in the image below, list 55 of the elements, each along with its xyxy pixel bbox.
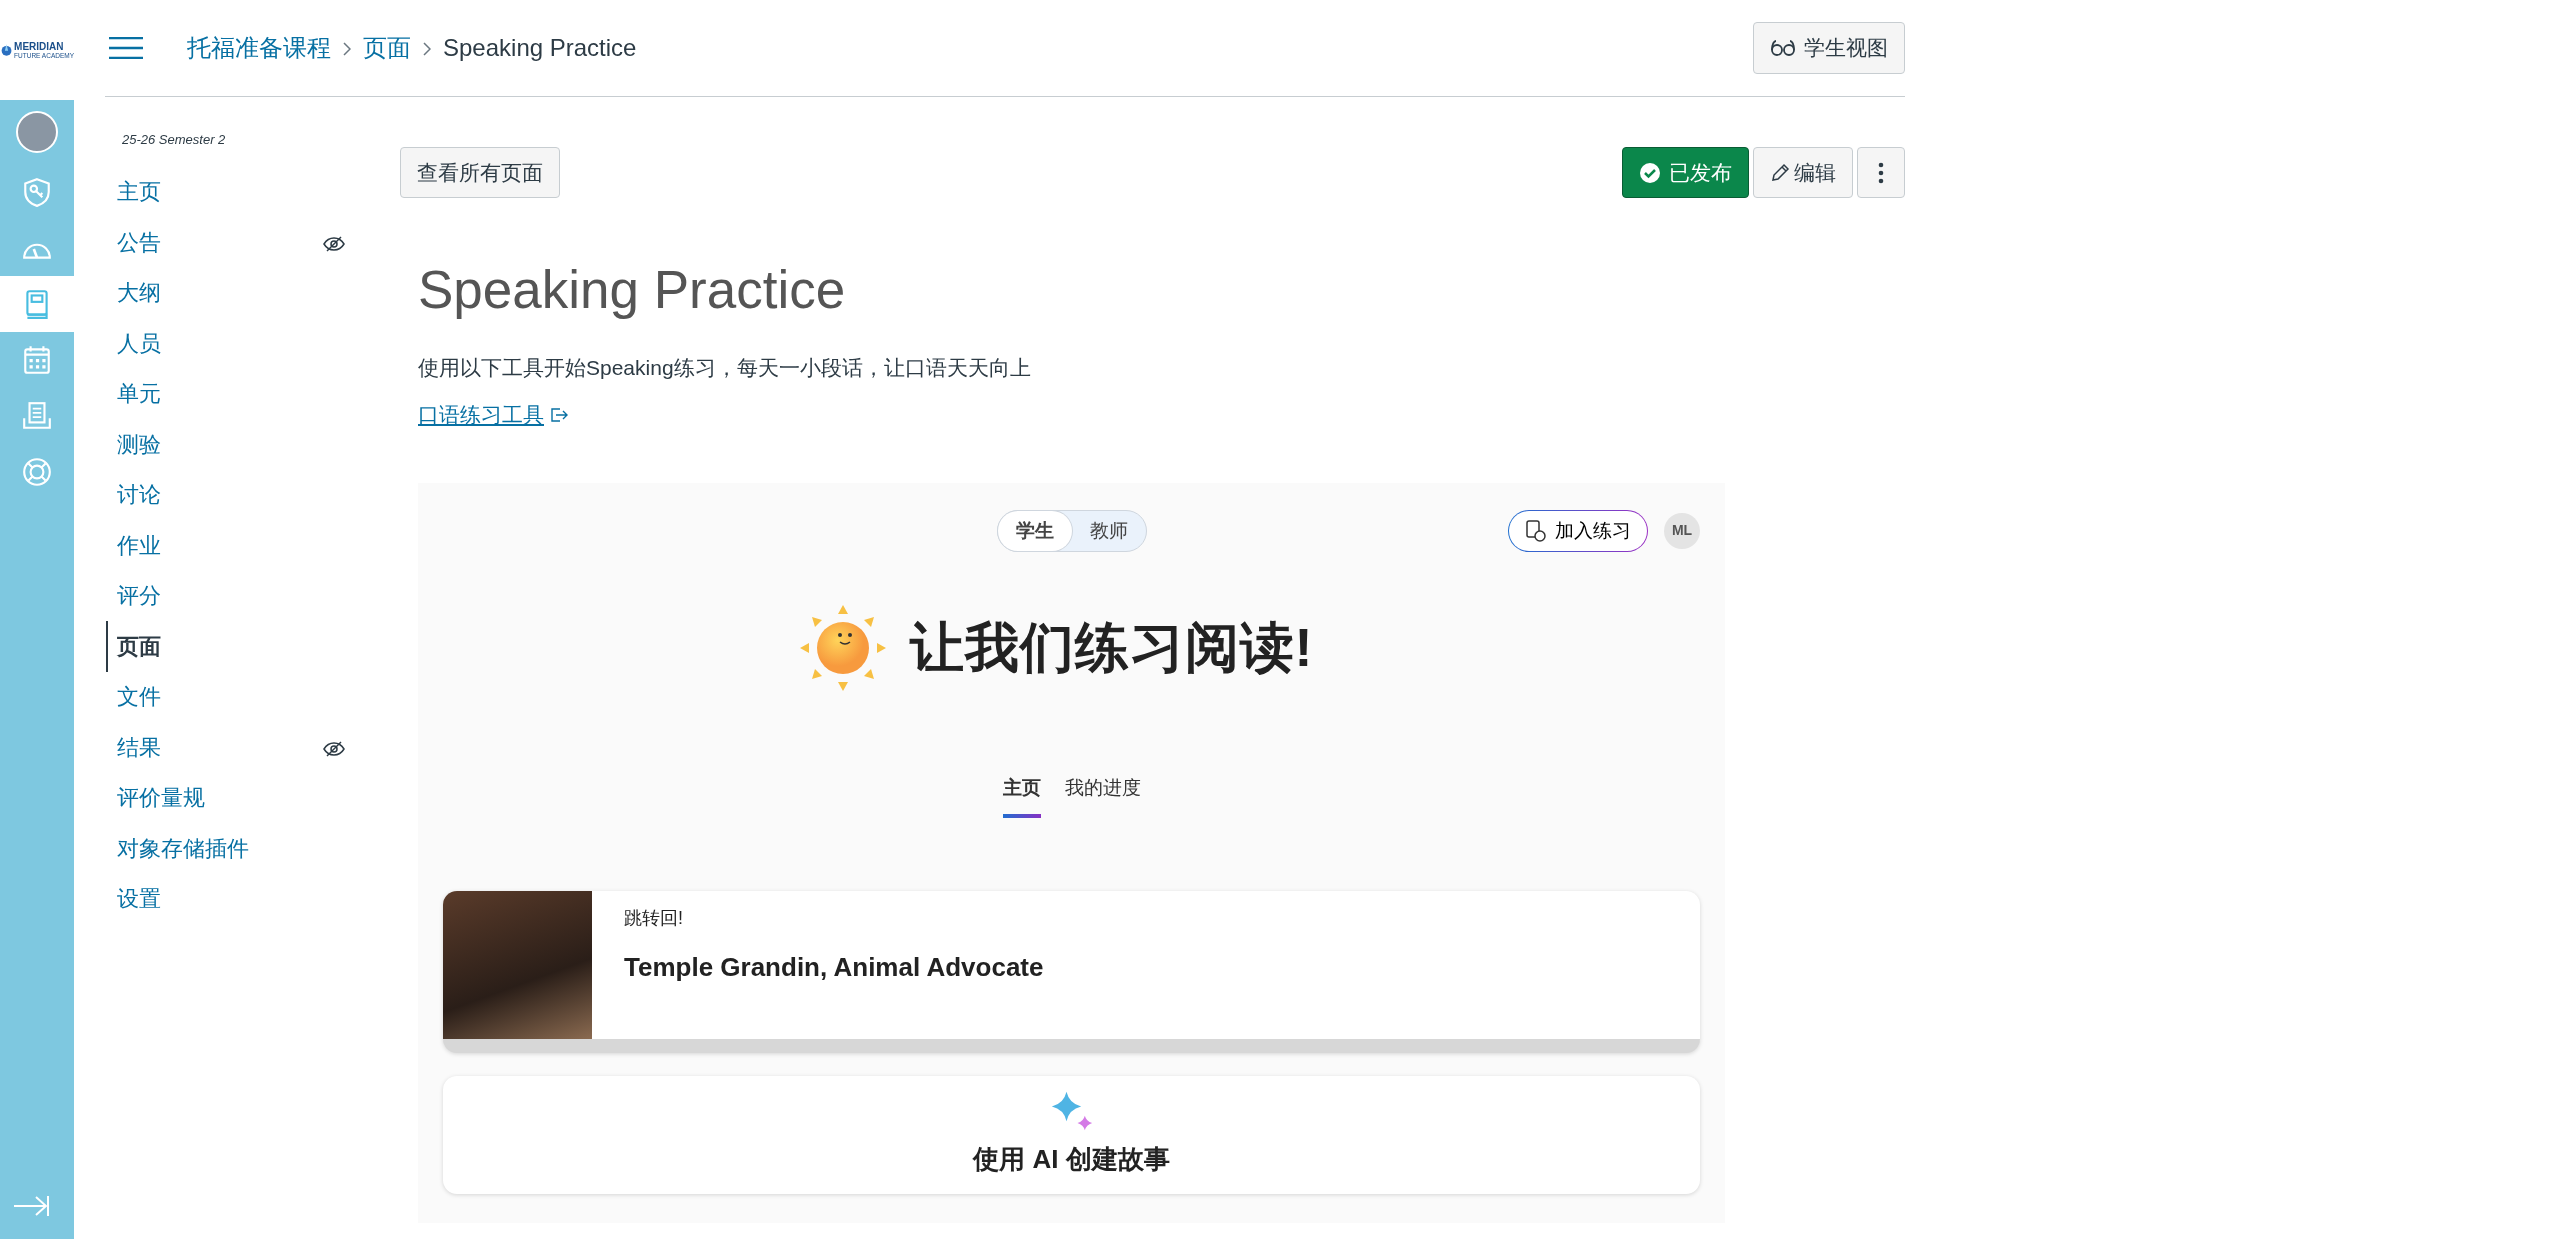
published-button[interactable]: 已发布	[1622, 147, 1749, 199]
app-heading: 让我们练习阅读!	[909, 616, 1314, 680]
app-tab[interactable]: 我的进度	[1064, 773, 1141, 818]
course-nav-link[interactable]: 评分	[106, 570, 400, 621]
course-nav-link[interactable]: 公告	[106, 217, 400, 268]
breadcrumb-link[interactable]: 页面	[363, 30, 411, 66]
course-nav-link[interactable]: 对象存储插件	[106, 823, 400, 874]
speaking-tool-link[interactable]: 口语练习工具	[418, 399, 568, 431]
page-title: Speaking Practice	[418, 259, 847, 322]
create-story-title: 使用 AI 创建故事	[971, 1143, 1171, 1176]
course-nav-link[interactable]: 单元	[106, 368, 400, 419]
course-nav-link[interactable]: 测验	[106, 419, 400, 470]
app-tab[interactable]: 主页	[1002, 773, 1041, 818]
course-nav-link[interactable]: 作业	[106, 520, 400, 571]
course-nav-link[interactable]: 评价量规	[106, 772, 400, 823]
view-all-pages-button[interactable]: 查看所有页面	[400, 147, 560, 199]
user-initials-avatar: ML	[1664, 513, 1700, 549]
hidden-eye-icon	[323, 235, 345, 252]
external-link-icon	[550, 408, 568, 423]
book-icon[interactable]	[0, 276, 74, 332]
chevron-icon	[343, 41, 351, 56]
pencil-icon	[1770, 162, 1790, 183]
course-nav-link[interactable]: 主页	[106, 166, 400, 217]
vertical-dots-icon	[1878, 160, 1884, 185]
collapse-arrow-icon[interactable]	[14, 1194, 50, 1217]
check-circle-icon	[1639, 161, 1661, 184]
role-toggle-option[interactable]: 教师	[1071, 511, 1146, 551]
globe-logo-icon	[0, 42, 14, 58]
resume-story-card[interactable]: 跳转回! Temple Grandin, Animal Advocate	[443, 891, 1700, 1053]
logo-text: MERIDIAN	[14, 40, 65, 52]
join-practice-button[interactable]: 加入练习	[1508, 510, 1648, 552]
course-nav-link[interactable]: 结果	[106, 722, 400, 773]
role-toggle-option[interactable]: 学生	[997, 511, 1072, 551]
create-story-card[interactable]: 使用 AI 创建故事	[443, 1076, 1700, 1194]
breadcrumb-current: Speaking Practice	[443, 33, 637, 63]
term-label: 25-26 Semester 2	[122, 131, 227, 149]
course-nav-link[interactable]: 页面	[106, 621, 400, 672]
resume-label: 跳转回!	[624, 907, 684, 930]
edit-button[interactable]: 编辑	[1753, 147, 1853, 199]
breadcrumb-link[interactable]: 托福准备课程	[187, 30, 331, 66]
more-options-button[interactable]	[1857, 147, 1905, 199]
course-nav-link[interactable]: 文件	[106, 671, 400, 722]
course-nav-link[interactable]: 大纲	[106, 267, 400, 318]
hidden-eye-icon	[323, 740, 345, 757]
course-nav-link[interactable]: 设置	[106, 873, 400, 924]
intro-text: 使用以下工具开始Speaking练习，每天一小段话，让口语天天向上	[418, 355, 1032, 381]
clipboard-icon	[1525, 519, 1547, 543]
course-nav-link[interactable]: 人员	[106, 318, 400, 369]
student-view-button[interactable]: 学生视图	[1753, 22, 1905, 74]
story-title: Temple Grandin, Animal Advocate	[624, 951, 1044, 984]
menu-icon[interactable]	[109, 37, 143, 59]
course-nav-link[interactable]: 讨论	[106, 469, 400, 520]
glasses-icon	[1770, 40, 1796, 56]
chevron-icon	[423, 41, 431, 56]
sun-icon	[799, 605, 886, 691]
